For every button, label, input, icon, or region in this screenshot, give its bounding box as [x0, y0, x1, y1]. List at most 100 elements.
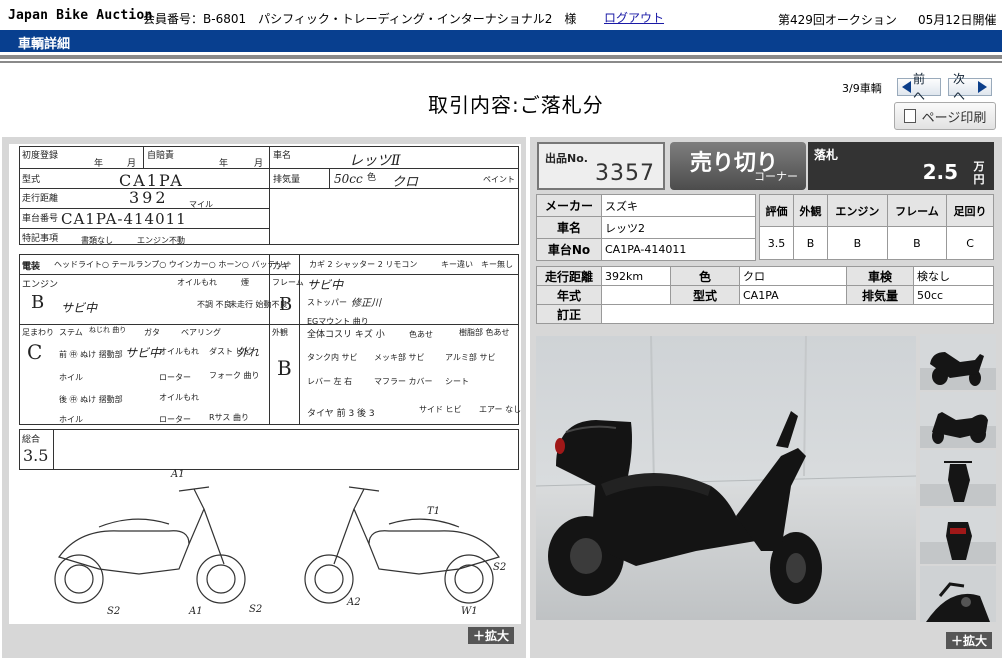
electrical-items: ヘッドライト○ テールランプ○ ウインカー○ ホーン○ バッテリー	[54, 260, 292, 269]
electrical-label: 電装	[22, 262, 41, 272]
exterior-label: 外観	[272, 328, 288, 337]
fork: フォーク 曲り	[209, 371, 260, 380]
year-label: 年	[219, 159, 229, 169]
eg-mount: EGマウント 曲り	[307, 317, 369, 326]
damage-mark: A2	[347, 597, 361, 608]
damage-mark: A1	[171, 469, 185, 480]
total-value: 3.5	[23, 446, 49, 465]
mile-label: マイル	[189, 200, 213, 209]
auction-number: 第429回オークション	[778, 13, 897, 27]
scooter-photo	[536, 336, 916, 620]
mileage-label: 走行距離	[22, 194, 59, 204]
rear: 後 ㊥ ぬけ 摺動部	[59, 395, 123, 404]
grade-value: B	[792, 226, 828, 260]
oil-leak-rear: オイルもれ	[159, 393, 199, 402]
grade-label: 評価	[759, 194, 794, 227]
no-start: 不調 不良	[197, 300, 232, 309]
grade-value: C	[946, 226, 994, 260]
key-label: カギ	[272, 262, 291, 272]
print-button[interactable]: ページ印刷	[894, 102, 996, 130]
resin: 樹脂部 色あせ	[459, 328, 510, 337]
type-label: 型式	[670, 285, 740, 305]
mileage-label: 走行距離	[536, 266, 602, 286]
next-button[interactable]: 次へ	[948, 72, 992, 103]
grade-value: B	[886, 226, 948, 260]
rear-suspension: Rサス 曲り	[209, 413, 249, 422]
thumbnail[interactable]	[920, 508, 996, 564]
notes-label: 特記事項	[22, 234, 59, 244]
year-label: 年	[94, 159, 104, 169]
detail-table: 走行距離 392km 色 クロ 車検 検なし 年式 型式 CA1PA 排気量 5…	[536, 266, 994, 324]
suspension-grade: C	[27, 340, 43, 364]
thumbnail[interactable]	[920, 450, 996, 506]
wheel-rear: ホイル	[59, 415, 83, 424]
grade-label: 足回り	[946, 194, 994, 227]
maker-value: スズキ	[601, 194, 756, 217]
frame-no-handwritten: CA1PA-414011	[61, 210, 187, 228]
vehicle-name-label: 車名	[273, 151, 292, 161]
maker-label: メーカー	[536, 194, 602, 217]
cc-label: 排気量	[846, 285, 914, 305]
damage-mark: S2	[107, 606, 121, 617]
notes-engine: エンジン不動	[137, 236, 185, 245]
oil-leak: オイルもれ	[177, 278, 217, 287]
seat: シート	[445, 377, 469, 386]
thumbnail[interactable]	[920, 566, 996, 622]
thumbnail[interactable]	[920, 334, 996, 390]
section-bar: 車輌詳細	[0, 30, 1002, 52]
prev-label: 前へ	[913, 72, 926, 103]
main-vehicle-photo[interactable]	[536, 336, 916, 620]
first-reg-label: 初度登録	[22, 151, 59, 161]
stem: ステム	[59, 328, 83, 337]
print-label: ページ印刷	[921, 110, 987, 126]
stopper-note: 修正川	[351, 298, 381, 309]
bearing: ベアリング	[181, 328, 221, 337]
color-value: クロ	[739, 266, 847, 286]
inspection-value: 検なし	[913, 266, 994, 286]
logout-link[interactable]: ログアウト	[604, 9, 664, 26]
winning-bid-box: 落札 2.5 万円	[808, 142, 994, 190]
notes-docs: 書類なし	[81, 236, 113, 245]
lot-number: 3357	[595, 161, 655, 186]
bid-value: 2.5	[922, 160, 958, 184]
engine-grade: B	[31, 292, 45, 313]
damage-mark: S2	[249, 604, 263, 615]
screw: ねじれ 曲り	[89, 326, 127, 334]
frame-no-label: 車台番号	[22, 214, 59, 224]
grade-label: フレーム	[886, 194, 948, 227]
color-label: 色	[367, 173, 377, 183]
zoom-photo-button[interactable]: ＋拡大	[946, 632, 993, 649]
zoom-sheet-button[interactable]: ＋拡大	[468, 627, 515, 644]
inspection-label: 車検	[846, 266, 914, 286]
color-label: 色	[670, 266, 740, 286]
site-logo[interactable]: Japan Bike Auction	[8, 8, 152, 23]
front-note: サビ中	[125, 346, 162, 360]
damage-mark: S2	[493, 562, 507, 573]
prev-button[interactable]: 前へ	[897, 72, 941, 103]
cc-value: 50cc	[913, 285, 994, 305]
dust-note: 外れ	[237, 346, 259, 359]
month-label: 月	[254, 159, 264, 169]
frame-grade-label: フレーム	[272, 278, 304, 287]
thumbnail[interactable]	[920, 392, 996, 448]
type-value: CA1PA	[739, 285, 847, 305]
play: ガタ	[144, 328, 160, 337]
lot-box: 出品No. 3357	[537, 142, 665, 190]
key-none: キー無し	[481, 260, 513, 269]
arrow-left-icon	[902, 81, 911, 93]
section-title: 車輌詳細	[18, 37, 71, 52]
fade: 色あせ	[409, 330, 433, 339]
tank: タンク内 サビ	[307, 353, 358, 362]
front: 前 ㊥ ぬけ 摺動部	[59, 350, 123, 359]
frame-value: CA1PA-414011	[601, 238, 756, 261]
exterior-grade: B	[277, 356, 292, 380]
insurance-label: 自賠責	[147, 151, 175, 161]
frame-label: 車台No	[536, 238, 602, 261]
mileage-value: 392km	[601, 266, 671, 286]
lever: レバー 左 右	[307, 377, 353, 386]
year-label: 年式	[536, 285, 602, 305]
inspection-sheet[interactable]: 初度登録 年 月 自賠責 年 月 車名 レッツⅡ 型式 CA1PA 排気量 50…	[9, 144, 521, 624]
inspection-sheet-panel: 初度登録 年 月 自賠責 年 月 車名 レッツⅡ 型式 CA1PA 排気量 50…	[2, 137, 526, 658]
thumbnail-photo	[920, 334, 996, 390]
engine-note: サビ中	[61, 301, 98, 315]
